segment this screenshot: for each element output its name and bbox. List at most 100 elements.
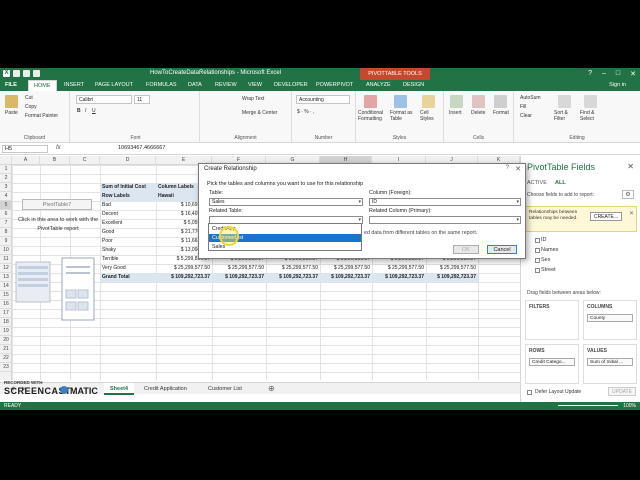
pivot-value-cell[interactable]: $ 25,299,577.50: [266, 264, 320, 273]
number-format-select[interactable]: Accounting: [296, 95, 350, 104]
delete-cells-button[interactable]: Delete: [471, 110, 485, 116]
pivot-row-label[interactable]: Bad: [102, 201, 156, 210]
find-select-icon[interactable]: [584, 95, 597, 108]
values-area[interactable]: VALUES Sum of Initial ...: [583, 344, 637, 384]
row-header[interactable]: 10: [0, 246, 12, 255]
grand-total-cell[interactable]: $ 109,292,723.37: [266, 273, 320, 282]
cell-styles-icon[interactable]: [422, 95, 435, 108]
find-select-button[interactable]: Find & Select: [580, 110, 604, 122]
table-select[interactable]: Sales ▾: [209, 198, 363, 206]
column-foreign-select[interactable]: ID ▾: [369, 198, 521, 206]
row-header[interactable]: 7: [0, 219, 12, 228]
select-all-corner[interactable]: [0, 156, 12, 165]
defer-update-checkbox[interactable]: [527, 390, 532, 395]
grand-total-label[interactable]: Grand Total: [100, 273, 156, 282]
field-checkbox[interactable]: [535, 268, 540, 273]
pivot-placeholder-text[interactable]: Click in this area to work with the Pivo…: [13, 216, 103, 234]
tab-active[interactable]: ACTIVE: [527, 180, 547, 186]
close-icon[interactable]: ✕: [630, 70, 636, 78]
cell-styles-button[interactable]: Cell Styles: [420, 110, 440, 122]
field-item[interactable]: Street: [541, 267, 556, 273]
paste-button[interactable]: Paste: [5, 110, 18, 116]
copy-button[interactable]: Copy: [25, 104, 37, 110]
format-painter-button[interactable]: Format Painter: [25, 113, 58, 119]
pivot-value-cell[interactable]: $ 25,299,577.50: [156, 264, 212, 273]
tab-insert[interactable]: INSERT: [64, 82, 84, 88]
bold-button[interactable]: B: [77, 108, 81, 114]
zoom-level[interactable]: 100%: [623, 402, 636, 410]
tab-all[interactable]: ALL: [555, 180, 566, 186]
filters-area[interactable]: FILTERS: [525, 300, 579, 340]
tab-data[interactable]: DATA: [188, 82, 202, 88]
conditional-formatting-icon[interactable]: [364, 95, 377, 108]
tab-review[interactable]: REVIEW: [215, 82, 237, 88]
fx-icon[interactable]: fx: [56, 145, 61, 151]
pivot-row-label[interactable]: Decent: [102, 210, 156, 219]
tab-powerpivot[interactable]: POWERPIVOT: [316, 82, 353, 88]
grand-total-cell[interactable]: $ 109,292,723.37: [320, 273, 372, 282]
pivot-value-cell[interactable]: $ 25,299,577.50: [320, 264, 372, 273]
pivot-row-label[interactable]: Terrible: [102, 255, 156, 264]
pivot-value-cell[interactable]: $ 25,299,577.50: [372, 264, 426, 273]
formula-input[interactable]: 10693467.4666667: [118, 145, 165, 151]
pivot-value-cell[interactable]: $ 25,299,577.50: [426, 264, 478, 273]
merge-center-button[interactable]: Merge & Center: [242, 110, 277, 116]
rows-area[interactable]: ROWS Credit Catego...: [525, 344, 579, 384]
gear-icon[interactable]: ⚙: [622, 190, 634, 199]
tab-developer[interactable]: DEVELOPER: [274, 82, 308, 88]
row-header[interactable]: 19: [0, 327, 12, 336]
tab-file[interactable]: FILE: [0, 80, 22, 91]
values-field-chip[interactable]: Sum of Initial ...: [587, 358, 633, 366]
help-icon[interactable]: ?: [588, 70, 592, 78]
row-header[interactable]: 21: [0, 345, 12, 354]
undo-icon[interactable]: [23, 70, 30, 77]
row-header[interactable]: 11: [0, 255, 12, 264]
row-header[interactable]: 2: [0, 174, 12, 183]
grand-total-cell[interactable]: $ 109,292,723.37: [156, 273, 212, 282]
row-header[interactable]: 6: [0, 210, 12, 219]
row-header[interactable]: 15: [0, 291, 12, 300]
field-item[interactable]: Names: [541, 247, 558, 253]
paste-icon[interactable]: [5, 95, 18, 108]
pivot-row-label[interactable]: Excellent: [102, 219, 156, 228]
sort-filter-button[interactable]: Sort & Filter: [554, 110, 576, 122]
close-icon[interactable]: ✕: [515, 165, 521, 173]
sheet-tab[interactable]: Credit Application: [138, 383, 193, 395]
related-column-select[interactable]: ▾: [369, 216, 521, 224]
sheet-tab[interactable]: Customer List: [202, 383, 248, 395]
row-header[interactable]: 20: [0, 336, 12, 345]
sign-in-link[interactable]: Sign in: [609, 82, 626, 88]
pivot-row-label[interactable]: Very Good: [102, 264, 156, 273]
pivot-value-header[interactable]: Sum of Initial Cost: [100, 183, 156, 192]
pivot-placeholder-title[interactable]: PivotTable7: [22, 199, 92, 210]
row-header[interactable]: 14: [0, 282, 12, 291]
update-button[interactable]: UPDATE: [608, 387, 636, 396]
tab-home[interactable]: HOME: [28, 80, 57, 91]
zoom-slider[interactable]: [558, 405, 618, 406]
save-icon[interactable]: [13, 70, 20, 77]
create-relationship-button[interactable]: CREATE...: [590, 212, 622, 221]
column-header[interactable]: C: [70, 156, 100, 165]
row-header[interactable]: 9: [0, 237, 12, 246]
pivot-row-label[interactable]: Poor: [102, 237, 156, 246]
columns-field-chip[interactable]: County: [587, 314, 633, 322]
row-header[interactable]: 4: [0, 192, 12, 201]
insert-cells-icon[interactable]: [450, 95, 463, 108]
column-header[interactable]: D: [100, 156, 156, 165]
maximize-icon[interactable]: □: [616, 70, 620, 78]
italic-button[interactable]: I: [85, 108, 86, 114]
field-item[interactable]: ID: [541, 237, 547, 243]
pivot-row-label[interactable]: Good: [102, 228, 156, 237]
help-icon[interactable]: ?: [506, 165, 509, 171]
grand-total-cell[interactable]: $ 109,292,723.37: [372, 273, 426, 282]
clear-button[interactable]: Clear: [520, 113, 532, 119]
font-size-select[interactable]: 11: [134, 95, 150, 104]
insert-cells-button[interactable]: Insert: [449, 110, 462, 116]
row-header[interactable]: 23: [0, 363, 12, 372]
tab-formulas[interactable]: FORMULAS: [146, 82, 177, 88]
underline-button[interactable]: U: [92, 108, 96, 114]
name-box[interactable]: H5: [2, 145, 48, 153]
rows-field-chip[interactable]: Credit Catego...: [529, 358, 575, 366]
conditional-formatting-button[interactable]: Conditional Formatting: [358, 110, 388, 122]
tab-design[interactable]: DESIGN: [403, 82, 424, 88]
